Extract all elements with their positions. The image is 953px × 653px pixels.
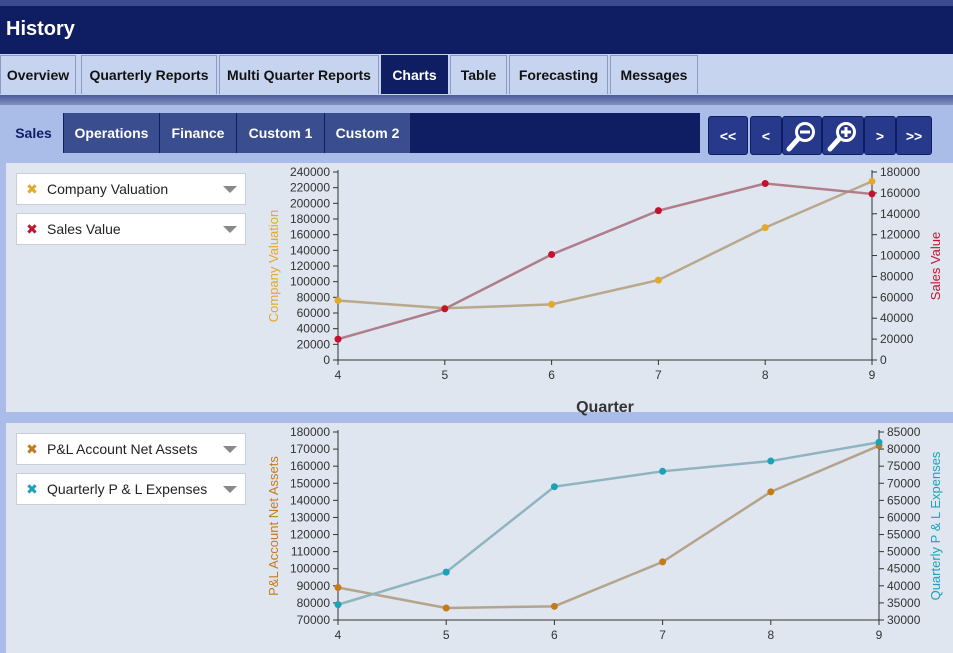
- chart-1-data-point: [548, 300, 556, 308]
- chart-1-y-tick-label-right: 100000: [880, 249, 920, 263]
- chart-2-data-point: [767, 457, 775, 465]
- chart-2-data-point: [550, 483, 558, 491]
- chart-1-y-axis-label-right: Sales Value: [928, 232, 943, 300]
- chart-2-data-point: [875, 438, 883, 446]
- chart-1-series-line-2: [337, 182, 873, 341]
- chart-1-x-tick-label: 4: [335, 368, 342, 382]
- chart-2-y-tick-label-right: 30000: [887, 613, 921, 627]
- chart-1-y-tick-label-right: 0: [880, 353, 887, 367]
- chart-1-x-axis-label: Quarter: [576, 399, 634, 416]
- chart-2-y-tick-label-left: 160000: [290, 459, 330, 473]
- chart-2-y-tick-label-right: 85000: [887, 425, 921, 439]
- chart-1-y-tick-label-right: 80000: [880, 269, 914, 283]
- chart-1-y-tick-label-right: 140000: [880, 207, 920, 221]
- chart-1-series-line-1: [337, 180, 873, 310]
- chart-2-y-tick-label-right: 50000: [887, 545, 921, 559]
- chart-1-y-tick-label-left: 40000: [297, 322, 331, 336]
- chart-2-data-point: [442, 604, 450, 612]
- chart-1-y-tick-label-right: 120000: [880, 228, 920, 242]
- chart-1-y-tick-label-left: 220000: [290, 181, 330, 195]
- chart-2-y-tick-label-right: 60000: [887, 510, 921, 524]
- chart-2-y-tick-label-right: 80000: [887, 442, 921, 456]
- chart-2-x-tick-label: 9: [876, 628, 883, 642]
- chart-2-y-tick-label-right: 35000: [887, 596, 921, 610]
- chart-1-data-point: [868, 177, 876, 185]
- chart-2-y-tick-label-left: 120000: [290, 528, 330, 542]
- chart-2-y-tick-label-left: 130000: [290, 510, 330, 524]
- chart-1-y-tick-label-left: 200000: [290, 196, 330, 210]
- chart-1-y-tick-label-left: 160000: [290, 228, 330, 242]
- chart-1-data-point: [654, 276, 662, 284]
- chart-1-data-point: [548, 251, 556, 259]
- chart-2-data-point: [334, 584, 342, 592]
- chart-1-y-tick-label-right: 180000: [880, 165, 920, 179]
- chart-sales: 0200004000060000800001000001200001400001…: [266, 165, 943, 642]
- chart-1-y-axis-label-left: Company Valuation: [266, 210, 281, 323]
- chart-2-y-tick-label-left: 170000: [290, 442, 330, 456]
- chart-2-y-tick-label-left: 150000: [290, 476, 330, 490]
- chart-1-y-tick-label-left: 180000: [290, 212, 330, 226]
- chart-1-y-tick-label-left: 240000: [290, 165, 330, 179]
- chart-1-x-tick-label: 8: [762, 368, 769, 382]
- chart-1-data-point: [654, 207, 662, 215]
- chart-2-y-tick-label-right: 55000: [887, 528, 921, 542]
- chart-1-data-point: [761, 224, 769, 232]
- chart-1-y-tick-label-left: 100000: [290, 275, 330, 289]
- chart-2-y-tick-label-left: 70000: [297, 613, 331, 627]
- chart-1-x-tick-label: 5: [441, 368, 448, 382]
- chart-1-y-tick-label-right: 20000: [880, 332, 914, 346]
- chart-2-y-tick-label-right: 45000: [887, 562, 921, 576]
- chart-2-y-tick-label-left: 100000: [290, 562, 330, 576]
- chart-1-y-tick-label-left: 0: [323, 353, 330, 367]
- chart-2-x-tick-label: 7: [659, 628, 666, 642]
- chart-1-y-tick-label-right: 40000: [880, 311, 914, 325]
- chart-2-data-point: [334, 601, 342, 609]
- chart-2-y-axis-label-left: P&L Account Net Assets: [266, 456, 281, 596]
- chart-1-y-tick-label-right: 160000: [880, 186, 920, 200]
- chart-2-series-line-1: [337, 444, 880, 610]
- chart-2-y-tick-label-left: 180000: [290, 425, 330, 439]
- chart-2-y-tick-label-right: 65000: [887, 493, 921, 507]
- chart-2-data-point: [659, 467, 667, 475]
- chart-2-x-tick-label: 5: [443, 628, 450, 642]
- chart-2-data-point: [767, 488, 775, 496]
- chart-1-x-tick-label: 6: [548, 368, 555, 382]
- chart-1-x-tick-label: 9: [869, 368, 876, 382]
- chart-2-x-tick-label: 8: [767, 628, 774, 642]
- chart-2-y-tick-label-left: 90000: [297, 579, 331, 593]
- chart-1-x-tick-label: 7: [655, 368, 662, 382]
- chart-2-y-tick-label-right: 75000: [887, 459, 921, 473]
- chart-2-data-point: [442, 568, 450, 576]
- chart-2-y-tick-label-left: 80000: [297, 596, 331, 610]
- chart-1-y-tick-label-right: 60000: [880, 290, 914, 304]
- chart-1-data-point: [441, 305, 449, 313]
- chart-2-series-line-2: [337, 441, 880, 606]
- chart-2-y-tick-label-right: 70000: [887, 476, 921, 490]
- chart-1-data-point: [334, 296, 342, 304]
- chart-2-y-tick-label-right: 40000: [887, 579, 921, 593]
- chart-1-y-tick-label-left: 20000: [297, 337, 331, 351]
- chart-2-data-point: [550, 602, 558, 610]
- chart-1-data-point: [761, 179, 769, 187]
- chart-2-y-tick-label-left: 140000: [290, 493, 330, 507]
- chart-2-y-axis-label-right: Quarterly P & L Expenses: [928, 451, 943, 600]
- chart-1-data-point: [334, 335, 342, 343]
- chart-1-data-point: [868, 190, 876, 198]
- chart-1-y-tick-label-left: 60000: [297, 306, 331, 320]
- chart-1-y-tick-label-left: 140000: [290, 243, 330, 257]
- chart-1-y-tick-label-left: 120000: [290, 259, 330, 273]
- chart-2-y-tick-label-left: 110000: [291, 545, 330, 559]
- chart-2-data-point: [659, 558, 667, 566]
- chart-2-x-tick-label: 4: [335, 628, 342, 642]
- chart-1-y-tick-label-left: 80000: [297, 290, 331, 304]
- chart-2-x-tick-label: 6: [551, 628, 558, 642]
